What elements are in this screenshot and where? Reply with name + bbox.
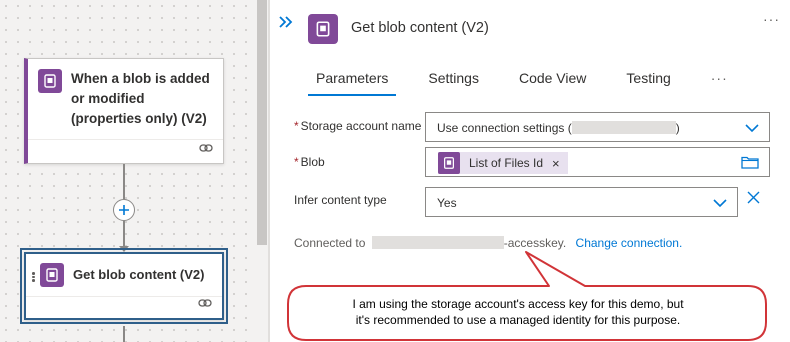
panel-tabs: Parameters Settings Code View Testing ··… xyxy=(308,66,736,96)
token-label: List of Files Id xyxy=(469,156,544,170)
callout-line-2: it's recommended to use a managed identi… xyxy=(355,313,681,327)
trigger-card-footer xyxy=(28,139,223,163)
blob-label-text: Blob xyxy=(300,155,325,169)
storage-account-dropdown[interactable]: Use connection settings () xyxy=(425,112,770,142)
trigger-card-title: When a blob is added or modified (proper… xyxy=(71,71,210,126)
azure-blob-storage-icon xyxy=(40,263,64,287)
double-chevron-right-icon[interactable] xyxy=(278,15,294,33)
close-icon[interactable] xyxy=(747,191,760,209)
storage-account-value-prefix: Use connection settings ( xyxy=(437,121,572,135)
infer-content-type-value: Yes xyxy=(437,196,457,210)
folder-icon[interactable] xyxy=(741,155,759,172)
panel-title: Get blob content (V2) xyxy=(351,20,489,36)
required-marker: * xyxy=(294,119,299,133)
storage-account-value: Use connection settings () xyxy=(437,121,680,135)
plus-icon xyxy=(119,205,129,215)
action-card-title: Get blob content (V2) xyxy=(73,267,205,282)
callout-text: I am using the storage account's access … xyxy=(292,296,744,328)
required-marker: * xyxy=(294,155,299,169)
flow-connector xyxy=(123,326,125,342)
link-icon xyxy=(199,140,213,158)
callout-line-1: I am using the storage account's access … xyxy=(352,297,684,311)
flow-connector xyxy=(123,164,125,199)
tab-settings[interactable]: Settings xyxy=(420,66,487,96)
designer-canvas: When a blob is added or modified (proper… xyxy=(0,0,268,342)
chevron-down-icon xyxy=(713,197,727,211)
link-icon xyxy=(198,295,212,313)
azure-blob-storage-icon xyxy=(438,152,460,174)
canvas-scrollbar[interactable] xyxy=(256,0,268,342)
dynamic-content-token[interactable]: List of Files Id × xyxy=(438,152,568,174)
scrollbar-thumb[interactable] xyxy=(257,0,267,245)
chevron-down-icon xyxy=(745,122,759,136)
tab-parameters[interactable]: Parameters xyxy=(308,66,397,96)
connection-info: Connected to -accesskey. Change connecti… xyxy=(294,236,682,250)
connection-suffix: -accesskey. xyxy=(503,236,567,250)
change-connection-link[interactable]: Change connection. xyxy=(576,236,683,250)
tab-code-view[interactable]: Code View xyxy=(511,66,594,96)
tab-testing[interactable]: Testing xyxy=(618,66,678,96)
storage-account-value-suffix: ) xyxy=(675,121,680,135)
drag-handle-icon[interactable] xyxy=(32,271,36,283)
blob-label: * Blob xyxy=(294,155,325,169)
add-step-button[interactable] xyxy=(113,199,135,221)
redacted-text xyxy=(371,236,504,249)
infer-content-type-dropdown[interactable]: Yes xyxy=(425,187,738,217)
more-options-icon[interactable]: ··· xyxy=(763,11,780,27)
azure-blob-storage-icon xyxy=(308,14,338,44)
storage-account-label-text: Storage account name xyxy=(300,119,422,133)
action-details-panel: Get blob content (V2) ··· Parameters Set… xyxy=(270,0,790,342)
flow-connector xyxy=(123,221,125,247)
connection-prefix: Connected to xyxy=(294,236,366,250)
infer-content-type-label: Infer content type xyxy=(294,193,387,207)
azure-blob-storage-icon xyxy=(38,69,62,93)
tabs-more-icon[interactable]: ··· xyxy=(703,66,736,96)
action-card-footer xyxy=(26,296,222,318)
token-remove-button[interactable]: × xyxy=(552,156,560,171)
trigger-card[interactable]: When a blob is added or modified (proper… xyxy=(24,58,224,164)
blob-input[interactable]: List of Files Id × xyxy=(425,147,770,177)
storage-account-label: * Storage account name xyxy=(294,119,421,133)
redacted-text xyxy=(571,121,676,134)
action-card-selected[interactable]: Get blob content (V2) xyxy=(20,248,228,324)
